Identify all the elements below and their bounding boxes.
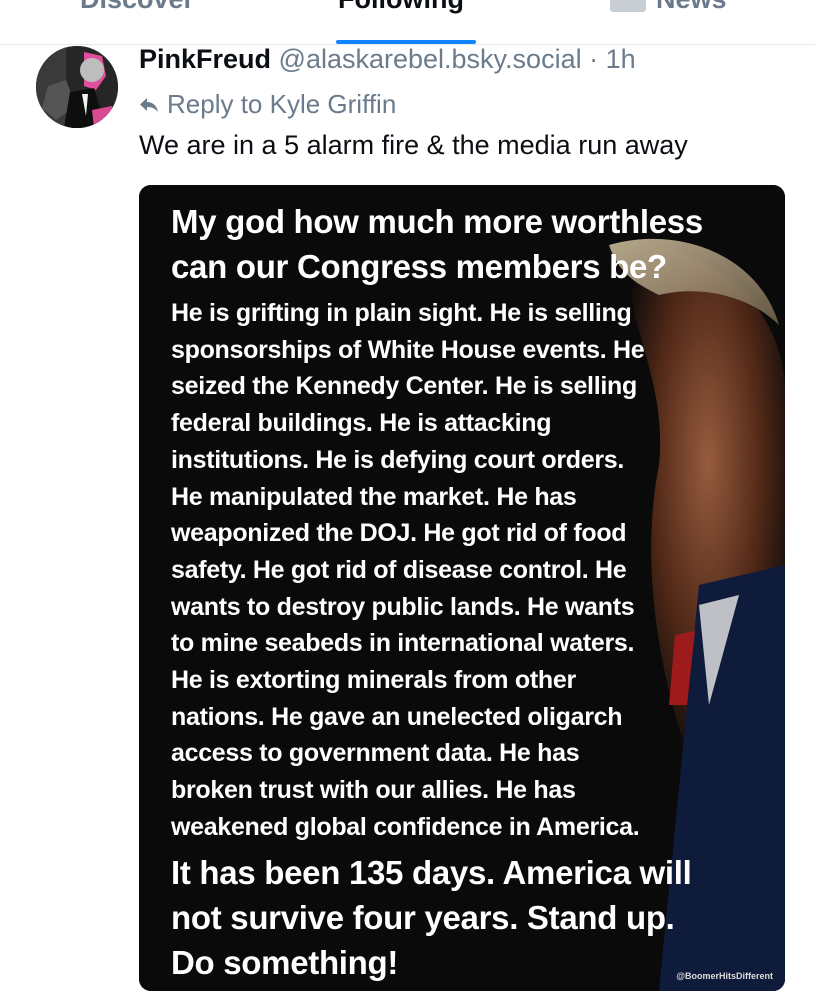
tab-discover[interactable]: Discover [80, 0, 194, 15]
reply-context[interactable]: Reply to Kyle Griffin [139, 89, 396, 120]
image-closing: It has been 135 days. America will not s… [171, 850, 692, 985]
image-headline: My god how much more worthless can our C… [171, 199, 703, 289]
tab-following[interactable]: Following [338, 0, 464, 15]
post-time[interactable]: 1h [606, 44, 636, 74]
body-line: wants to destroy public lands. He wants [171, 592, 635, 621]
separator-dot: · [589, 44, 599, 74]
headline-line: can our Congress members be? [171, 248, 667, 285]
body-line: federal buildings. He is attacking [171, 409, 552, 438]
post-image[interactable]: My god how much more worthless can our C… [139, 185, 785, 991]
body-line: access to government data. He has [171, 739, 580, 768]
feed-tab-bar: Discover Following News [0, 0, 815, 45]
body-line: sponsorships of White House events. He [171, 335, 645, 364]
body-line: seized the Kennedy Center. He is selling [171, 372, 637, 401]
closing-line: not survive four years. Stand up. [171, 899, 675, 936]
tab-news-label: News [656, 0, 727, 15]
post-header: PinkFreud @alaskarebel.bsky.social · 1h [139, 44, 636, 75]
body-line: He is extorting minerals from other [171, 666, 576, 695]
body-line: safety. He got rid of disease control. H… [171, 555, 627, 584]
post-text: We are in a 5 alarm fire & the media run… [139, 130, 688, 160]
image-watermark: @BoomerHitsDifferent [676, 971, 773, 981]
author-handle[interactable]: @alaskarebel.bsky.social [279, 44, 582, 74]
tab-news[interactable]: News [610, 0, 727, 15]
body-line: He manipulated the market. He has [171, 482, 577, 511]
body-line: nations. He gave an unelected oligarch [171, 702, 623, 731]
author-name[interactable]: PinkFreud [139, 44, 271, 74]
body-line: to mine seabeds in international waters. [171, 629, 635, 658]
body-line: institutions. He is defying court orders… [171, 445, 625, 474]
reply-arrow-icon [140, 97, 158, 112]
body-line: broken trust with our allies. He has [171, 776, 576, 805]
closing-line: It has been 135 days. America will [171, 854, 692, 891]
newspaper-icon [610, 0, 646, 12]
image-body: He is grifting in plain sight. He is sel… [171, 295, 731, 846]
body-line: He is grifting in plain sight. He is sel… [171, 299, 632, 327]
avatar[interactable] [36, 46, 118, 128]
body-line: weaponized the DOJ. He got rid of food [171, 519, 627, 548]
reply-to-label: Reply to Kyle Griffin [167, 89, 397, 119]
closing-line: Do something! [171, 944, 399, 981]
avatar-image [36, 46, 118, 128]
body-line: weakened global confidence in America. [171, 812, 640, 841]
headline-line: My god how much more worthless [171, 203, 703, 240]
